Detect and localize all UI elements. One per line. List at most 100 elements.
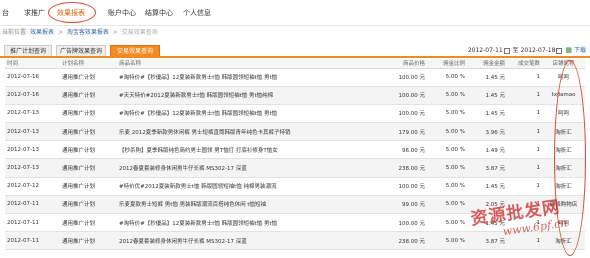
cell-date: 2012-07-12	[5, 177, 60, 196]
cell-date: 2012-07-13	[5, 122, 60, 142]
cell-rate: 5.00 %	[427, 122, 467, 142]
cell-price: 100.00 元	[377, 104, 427, 124]
table-row: 2012-07-16 通用推广计划 #天天特价#2012夏装新款男士t恤 韩版圆领短…	[5, 86, 585, 105]
breadcrumb-separator: >	[57, 29, 63, 36]
col-header-price: 商品价格	[377, 59, 427, 69]
cell-commission: 1.45 元	[467, 86, 507, 105]
download-link[interactable]: 下载	[574, 47, 586, 54]
cell-item-title[interactable]: #特价优#2012夏装新款男士t恤 韩版圆领短袖t恤 纯棉男装潮流	[117, 177, 377, 196]
cell-commission: 3.87 元	[467, 158, 507, 178]
cell-rate: 5.00 %	[427, 231, 467, 251]
cell-plan: 通用推广计划	[60, 68, 117, 87]
cell-date: 2012-07-11	[5, 195, 60, 215]
cell-price: 100.00 元	[377, 177, 427, 196]
cell-item-title[interactable]: #淘特价#【秒優品】12夏装新款男士t恤 韩版圆领短袖t恤 男t恤	[117, 104, 377, 124]
breadcrumb-separator: >	[112, 29, 118, 36]
cell-count: 1	[507, 122, 542, 142]
cell-price: 238.00 元	[377, 158, 427, 178]
calendar-icon[interactable]	[503, 47, 510, 54]
nav-item-home[interactable]: 台	[2, 8, 9, 18]
cell-price: 238.00 元	[377, 231, 427, 251]
cell-price: 96.00 元	[377, 140, 427, 160]
cell-plan: 通用推广计划	[60, 177, 117, 196]
col-header-commission: 佣金金额	[467, 59, 507, 69]
cell-date: 2012-07-13	[5, 158, 60, 178]
cell-plan: 通用推广计划	[60, 213, 117, 233]
nav-item-settlement[interactable]: 结算中心	[145, 8, 173, 18]
col-header-count: 成交笔数	[507, 59, 542, 69]
date-separator: 至	[512, 47, 519, 54]
date-end[interactable]: 2012-07-18	[521, 47, 556, 54]
cell-plan: 通用推广计划	[60, 86, 117, 105]
cell-item-title[interactable]: 【秒杀购】夏季韩版纯色简约男士圆领 男T恤打 打底衫修身T恤女	[117, 140, 377, 160]
cell-item-title[interactable]: #淘特价#【秒優品】12夏装新款男士t恤 韩版圆领短袖t恤 男t恤	[117, 213, 377, 233]
breadcrumb-current: 交易效果查询	[121, 29, 158, 36]
cell-count: 1	[507, 177, 542, 196]
cell-price: 179.00 元	[377, 122, 427, 142]
col-header-plan: 计划名称	[60, 59, 117, 69]
cell-count: 1	[507, 104, 542, 124]
cell-item-title[interactable]: 2012春夏套装修身休闲男牛仔长裤 MS302-17 深蓝	[117, 158, 377, 178]
table-row: 2012-07-12 通用推广计划 #特价优#2012夏装新款男士t恤 韩版圆领短袖…	[5, 177, 585, 196]
cell-rate: 5.00 %	[427, 213, 467, 233]
cell-rate: 5.00 %	[427, 158, 467, 178]
cell-price: 99.00 元	[377, 195, 427, 215]
cell-count: 1	[507, 68, 542, 87]
date-range: 2012-07-11 至 2012-07-18 ▦ 下载	[468, 45, 586, 54]
table-row: 2012-07-16 通用推广计划 #淘特价#【秒優品】12夏装新款男士t恤 韩版圆…	[5, 68, 585, 87]
cell-rate: 5.00 %	[427, 68, 467, 87]
table-row: 2012-07-13 通用推广计划 乐麦 2012夏季新款男休闲裤 男士短裤直筒韩版…	[5, 122, 585, 142]
cell-plan: 通用推广计划	[60, 231, 117, 251]
cell-plan: 通用推广计划	[60, 122, 117, 142]
cell-count: 1	[507, 86, 542, 105]
cell-date: 2012-07-11	[5, 231, 60, 251]
cell-commission: 1.49 元	[467, 140, 507, 160]
table-row: 2012-07-13 通用推广计划 【秒杀购】夏季韩版纯色简约男士圆领 男T恤打 打…	[5, 140, 585, 160]
calendar-icon[interactable]	[556, 47, 563, 54]
cell-date: 2012-07-13	[5, 104, 60, 124]
cell-price: 100.00 元	[377, 86, 427, 105]
cell-commission: 1.45 元	[467, 177, 507, 196]
top-nav: 台 求推广 效果报表 账户中心 结算中心 个人信息	[0, 0, 590, 26]
col-header-item: 商品名称	[117, 59, 377, 69]
cell-rate: 5.00 %	[427, 177, 467, 196]
cell-rate: 5.00 %	[427, 140, 467, 160]
tab-underline	[0, 56, 590, 58]
date-start[interactable]: 2012-07-11	[468, 47, 503, 54]
cell-item-title[interactable]: #淘特价#【秒優品】12夏装新款男士t恤 韩版圆领短袖t恤 男t恤	[117, 68, 377, 87]
col-header-rate: 佣金比例	[427, 59, 467, 69]
cell-item-title[interactable]: 2012春夏套装修身休闲男牛仔长裤 MS302-17 深蓝	[117, 231, 377, 251]
table-row: 2012-07-13 通用推广计划 #淘特价#【秒優品】12夏装新款男士t恤 韩版圆…	[5, 104, 585, 124]
col-header-date[interactable]: 时间	[5, 59, 60, 69]
cell-item-title[interactable]: #天天特价#2012夏装新款男士t恤 韩版圆领短袖t恤 男t恤纯棉	[117, 86, 377, 105]
table-header-row: 时间 计划名称 商品名称 商品价格 佣金比例 佣金金额 成交笔数 店铺昵称	[5, 59, 585, 69]
nav-item-account[interactable]: 账户中心	[108, 8, 136, 18]
breadcrumb-link-reports[interactable]: 效果报表	[30, 29, 54, 36]
breadcrumb: 当前位置: 效果报表 > 淘宝客效果报表 > 交易效果查询	[2, 27, 158, 36]
cell-price: 100.00 元	[377, 68, 427, 87]
cell-date: 2012-07-13	[5, 140, 60, 160]
breadcrumb-link-taoke[interactable]: 淘宝客效果报表	[67, 29, 109, 36]
cell-rate: 5.00 %	[427, 104, 467, 124]
excel-icon[interactable]: ▦	[565, 46, 572, 54]
cell-plan: 通用推广计划	[60, 140, 117, 160]
cell-count: 1	[507, 158, 542, 178]
cell-plan: 通用推广计划	[60, 195, 117, 215]
cell-commission: 1.45 元	[467, 104, 507, 124]
cell-rate: 5.00 %	[427, 86, 467, 105]
cell-rate: 5.00 %	[427, 195, 467, 215]
nav-item-request-promo[interactable]: 求推广	[24, 8, 45, 18]
cell-plan: 通用推广计划	[60, 104, 117, 124]
cell-item-title[interactable]: 乐麦夏款男士短裤 男t恤 男装韩版潮流百搭纯色休闲 t恤短袖	[117, 195, 377, 215]
table-row: 2012-07-13 通用推广计划 2012春夏套装修身休闲男牛仔长裤 MS302-…	[5, 158, 585, 178]
cell-date: 2012-07-16	[5, 86, 60, 105]
cell-date: 2012-07-11	[5, 213, 60, 233]
annotation-circle	[48, 2, 96, 23]
nav-item-profile[interactable]: 个人信息	[183, 8, 211, 18]
breadcrumb-prefix: 当前位置:	[2, 29, 29, 36]
cell-plan: 通用推广计划	[60, 158, 117, 178]
cell-commission: 3.96 元	[467, 122, 507, 142]
cell-count: 1	[507, 140, 542, 160]
cell-date: 2012-07-16	[5, 68, 60, 87]
cell-item-title[interactable]: 乐麦 2012夏季新款男休闲裤 男士短裤直筒韩版青年纯色卡其裤子特销	[117, 122, 377, 142]
